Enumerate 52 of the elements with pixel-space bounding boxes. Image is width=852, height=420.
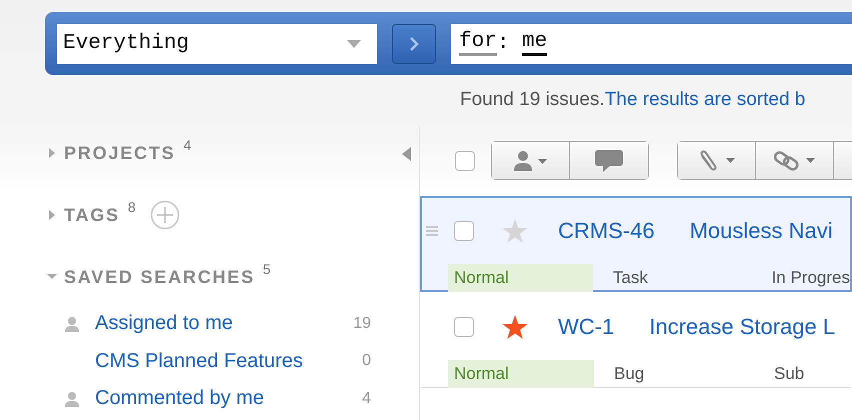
chain-link-dropdown-icon [774,150,816,172]
type-field[interactable]: Bug [614,364,774,384]
star-icon[interactable] [502,218,528,244]
state-field[interactable]: In Progres [772,268,850,288]
collapsed-icon[interactable] [47,210,57,220]
speech-bubble-icon [595,150,623,172]
saved-search-count: 19 [353,314,371,333]
chevron-right-icon [409,36,419,52]
caret-icon [347,40,361,48]
priority-field[interactable]: Normal [448,264,593,292]
link-button[interactable] [756,142,834,179]
attachment-button[interactable] [678,142,756,179]
go-button[interactable] [392,24,436,64]
issue-checkbox[interactable] [454,317,474,337]
issue-row[interactable]: WC-1 Increase Storage L Normal Bug Sub [420,292,852,388]
issue-summary-link[interactable]: Mousless Navi [690,218,833,244]
result-count: Found 19 issues. [460,89,605,111]
comment-button[interactable] [570,142,648,179]
section-count: 5 [262,261,271,277]
select-all-checkbox[interactable] [455,150,475,170]
person-dropdown-icon [514,150,548,170]
query-field[interactable]: for: me [451,24,852,64]
issue-row[interactable]: CRMS-46 Mousless Navi Normal Task In Progres [420,196,852,292]
saved-search-link[interactable]: Assigned to me [95,312,233,336]
add-icon[interactable] [150,200,180,230]
saved-search-count: 4 [362,390,371,408]
person-icon [64,390,80,407]
assignee-button[interactable] [492,142,570,179]
section-count: 8 [128,199,136,215]
sort-info-link[interactable]: The results are sorted b [604,89,806,111]
scope-dropdown[interactable]: Everything [57,24,377,64]
issue-id-link[interactable]: CRMS-46 [558,218,655,244]
drag-handle-icon[interactable] [426,226,438,236]
issue-summary-link[interactable]: Increase Storage L [649,314,836,340]
saved-search-link[interactable]: Commented by me [95,387,264,410]
collapsed-icon[interactable] [47,148,57,158]
issue-checkbox[interactable] [454,221,474,241]
section-title[interactable]: TAGS [64,204,120,226]
section-title[interactable]: SAVED SEARCHES [64,266,255,288]
priority-field[interactable]: Normal [448,360,594,388]
collapse-icon[interactable] [402,147,411,161]
paperclip-dropdown-icon [698,150,736,172]
section-title[interactable]: PROJECTS [64,142,176,164]
saved-search-count: 0 [362,352,371,370]
expanded-icon[interactable] [47,272,57,282]
issue-id-link[interactable]: WC-1 [558,314,614,340]
person-icon [64,316,80,332]
section-count: 4 [183,137,192,153]
saved-search-link[interactable]: CMS Planned Features [95,350,303,373]
state-field[interactable]: Sub [774,364,804,384]
type-field[interactable]: Task [612,268,772,288]
star-icon[interactable] [502,314,528,340]
